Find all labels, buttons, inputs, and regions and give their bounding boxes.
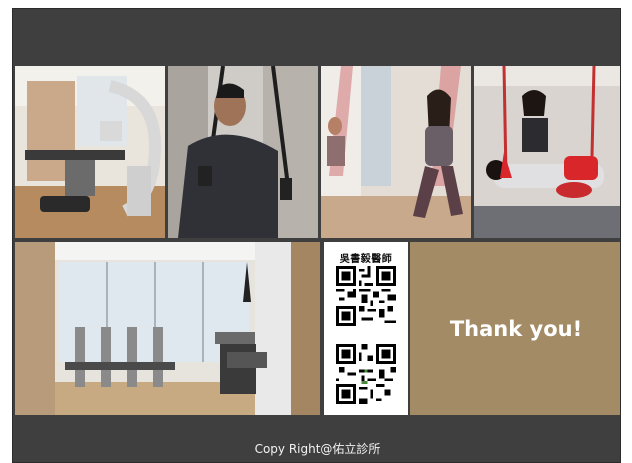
copyright-footer: Copy Right@佑立診所	[254, 442, 381, 456]
thanks-panel: Thank you!	[410, 242, 620, 415]
qr-code-primary[interactable]	[336, 266, 396, 326]
photo-trx-training	[168, 66, 318, 238]
photo-sling-therapy	[474, 66, 620, 238]
thank-you-heading: Thank you!	[449, 316, 583, 341]
qr-code-secondary[interactable]	[336, 344, 396, 404]
photo-operating-room	[15, 66, 165, 238]
photo-rehab-room	[15, 242, 320, 415]
qr-panel: 吳書毅醫師	[324, 242, 408, 415]
qr-title: 吳書毅醫師	[339, 254, 393, 265]
photo-aerial-yoga	[321, 66, 471, 238]
slide: 吳書毅醫師 Thank you! Copy Right@佑立診所	[12, 8, 621, 463]
